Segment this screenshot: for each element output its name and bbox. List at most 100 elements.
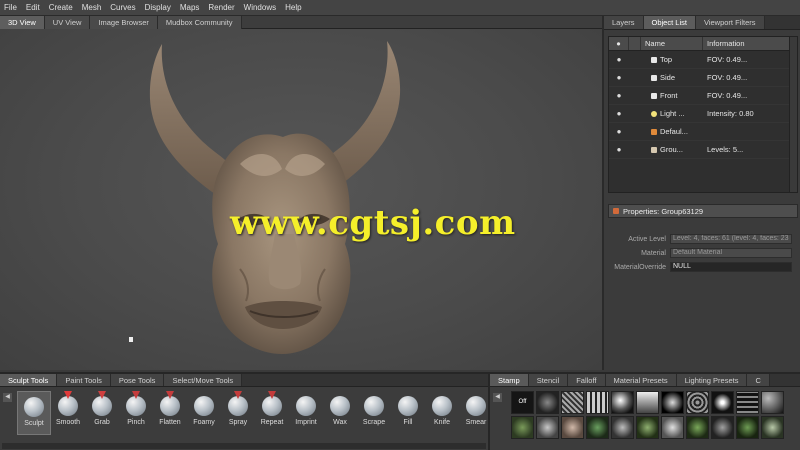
- stamp-tile[interactable]: [711, 416, 734, 439]
- tray-scroll-left-icon[interactable]: ◀: [3, 393, 12, 402]
- visibility-toggle-icon[interactable]: ●: [609, 73, 629, 82]
- menu-windows[interactable]: Windows: [244, 3, 276, 12]
- tool-scrape-button[interactable]: Scrape: [357, 391, 391, 435]
- tab-layers[interactable]: Layers: [604, 16, 644, 29]
- tab-uv-view[interactable]: UV View: [44, 16, 91, 29]
- stamp-tile[interactable]: [736, 416, 759, 439]
- tool-label: Smear: [465, 419, 487, 426]
- lock-column-header[interactable]: [629, 37, 641, 50]
- stamp-tile[interactable]: [636, 416, 659, 439]
- stamp-tile[interactable]: [761, 416, 784, 439]
- stamp-tile[interactable]: [736, 391, 759, 414]
- smooth-brush-icon: [58, 391, 78, 416]
- tool-knife-button[interactable]: Knife: [425, 391, 459, 435]
- object-list-scrollbar[interactable]: [789, 37, 797, 192]
- stamp-tile[interactable]: [711, 391, 734, 414]
- imprint-brush-icon: [296, 396, 316, 416]
- object-list-row[interactable]: ● Grou... Levels: 5...: [609, 141, 797, 159]
- mouse-cursor: [129, 337, 133, 342]
- stamp-tile[interactable]: [661, 416, 684, 439]
- tab-paint-tools[interactable]: Paint Tools: [57, 374, 111, 386]
- tab-mudbox-community[interactable]: Mudbox Community: [157, 16, 242, 29]
- stamp-tile[interactable]: [611, 416, 634, 439]
- menu-maps[interactable]: Maps: [180, 3, 200, 12]
- stamp-tile[interactable]: [536, 391, 559, 414]
- property-value-field[interactable]: NULL: [670, 262, 792, 272]
- tool-wax-button[interactable]: Wax: [323, 391, 357, 435]
- tool-label: Imprint: [295, 419, 317, 426]
- property-value-field[interactable]: Default Material: [670, 248, 792, 258]
- 3d-viewport[interactable]: www.cgtsj.com: [0, 29, 602, 370]
- menu-help[interactable]: Help: [285, 3, 301, 12]
- tab-stamp-stamp[interactable]: Stamp: [490, 374, 529, 386]
- menu-display[interactable]: Display: [145, 3, 171, 12]
- tool-grab-button[interactable]: Grab: [85, 391, 119, 435]
- stamp-tile[interactable]: [686, 416, 709, 439]
- property-row: Material Default Material: [612, 248, 792, 258]
- stamp-tile[interactable]: [511, 416, 534, 439]
- stamp-tile[interactable]: [761, 391, 784, 414]
- menu-mesh[interactable]: Mesh: [82, 3, 102, 12]
- object-list-header: ● Name Information: [609, 37, 797, 51]
- tool-pinch-button[interactable]: Pinch: [119, 391, 153, 435]
- stamp-tile[interactable]: [636, 391, 659, 414]
- tool-spray-button[interactable]: Spray: [221, 391, 255, 435]
- tool-smooth-button[interactable]: Smooth: [51, 391, 85, 435]
- tab-3d-view[interactable]: 3D View: [0, 16, 45, 29]
- object-list-row[interactable]: ● Side FOV: 0.49...: [609, 69, 797, 87]
- object-list-row[interactable]: ● Top FOV: 0.49...: [609, 51, 797, 69]
- tool-sculpt-button[interactable]: Sculpt: [17, 391, 51, 435]
- tab-stamp-c[interactable]: C: [747, 374, 770, 386]
- tool-label: Scrape: [362, 419, 386, 426]
- tool-tray-scrollbar[interactable]: [2, 443, 486, 449]
- visibility-toggle-icon[interactable]: ●: [609, 127, 629, 136]
- stamp-tile[interactable]: [586, 416, 609, 439]
- tab-stamp-falloff[interactable]: Falloff: [568, 374, 606, 386]
- stamp-tile[interactable]: [536, 416, 559, 439]
- info-column-header[interactable]: Information: [703, 37, 791, 50]
- menu-render[interactable]: Render: [208, 3, 234, 12]
- menu-curves[interactable]: Curves: [110, 3, 135, 12]
- visibility-toggle-icon[interactable]: ●: [609, 109, 629, 118]
- tab-select-move-tools[interactable]: Select/Move Tools: [164, 374, 243, 386]
- grab-brush-icon: [92, 391, 112, 416]
- stamp-tile[interactable]: [561, 416, 584, 439]
- menu-file[interactable]: File: [4, 3, 17, 12]
- tool-foamy-button[interactable]: Foamy: [187, 391, 221, 435]
- visibility-column-header[interactable]: ●: [609, 37, 629, 50]
- properties-header[interactable]: Properties: Group63129: [608, 204, 798, 218]
- tab-stamp-stencil[interactable]: Stencil: [528, 374, 569, 386]
- visibility-toggle-icon[interactable]: ●: [609, 91, 629, 100]
- property-row: MaterialOverride NULL: [612, 262, 792, 272]
- object-list-row[interactable]: ● Light ... Intensity: 0.80: [609, 105, 797, 123]
- stamp-scroll-left-icon[interactable]: ◀: [493, 393, 502, 402]
- tab-image-browser[interactable]: Image Browser: [90, 16, 158, 29]
- menu-edit[interactable]: Edit: [26, 3, 40, 12]
- tab-pose-tools[interactable]: Pose Tools: [110, 374, 165, 386]
- stamp-off-tile[interactable]: Off: [511, 391, 534, 414]
- stamp-tile[interactable]: [686, 391, 709, 414]
- tool-flatten-button[interactable]: Flatten: [153, 391, 187, 435]
- tab-viewport-filters[interactable]: Viewport Filters: [695, 16, 765, 29]
- tab-stamp-lighting-presets[interactable]: Lighting Presets: [676, 374, 748, 386]
- property-label: Active Level: [628, 235, 666, 243]
- menu-create[interactable]: Create: [49, 3, 73, 12]
- tab-object-list[interactable]: Object List: [643, 16, 696, 29]
- stamp-tile[interactable]: [661, 391, 684, 414]
- tool-repeat-button[interactable]: Repeat: [255, 391, 289, 435]
- stamp-tile[interactable]: [561, 391, 584, 414]
- stamp-tile[interactable]: [611, 391, 634, 414]
- visibility-toggle-icon[interactable]: ●: [609, 145, 629, 154]
- tool-fill-button[interactable]: Fill: [391, 391, 425, 435]
- object-list-row[interactable]: ● Front FOV: 0.49...: [609, 87, 797, 105]
- stamp-tile[interactable]: [586, 391, 609, 414]
- tool-imprint-button[interactable]: Imprint: [289, 391, 323, 435]
- visibility-toggle-icon[interactable]: ●: [609, 55, 629, 64]
- name-column-header[interactable]: Name: [641, 37, 703, 50]
- tab-sculpt-tools[interactable]: Sculpt Tools: [0, 374, 58, 386]
- object-list-table: ● Name Information ● Top FOV: 0.49... ● Side…: [608, 36, 798, 193]
- property-value-field[interactable]: Level: 4, faces: 61 (level: 4, faces: 23: [670, 234, 792, 244]
- object-list-row[interactable]: ● Defaul...: [609, 123, 797, 141]
- tool-label: Grab: [94, 419, 110, 426]
- tab-stamp-material-presets[interactable]: Material Presets: [605, 374, 677, 386]
